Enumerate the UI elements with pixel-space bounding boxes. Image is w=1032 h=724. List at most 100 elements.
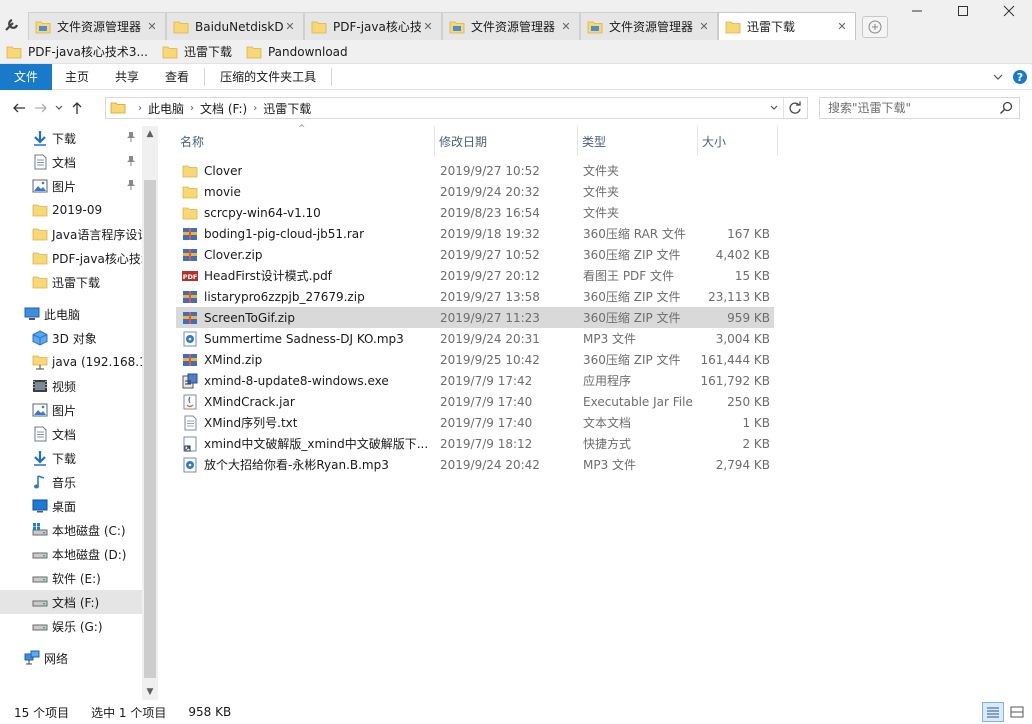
table-row[interactable]: listarypro6zzpjb_27679.zip 2019/9/27 13:5… <box>176 286 774 307</box>
recent-locations-dropdown[interactable] <box>52 97 66 119</box>
scroll-up-icon[interactable]: ▲ <box>142 126 158 142</box>
nav-item-17[interactable]: 本地磁盘 (C:) <box>0 518 142 542</box>
close-window-button[interactable] <box>986 0 1032 22</box>
table-row[interactable]: Clover 2019/9/27 10:52 文件夹 <box>176 160 774 181</box>
chevron-right-icon[interactable]: › <box>253 103 257 114</box>
ribbon-divider <box>204 67 206 86</box>
bookmark-2[interactable]: Pandownload <box>246 45 348 59</box>
table-row[interactable]: XMind序列号.txt 2019/7/9 17:40 文本文档 1 KB <box>176 412 774 433</box>
nav-item-8[interactable]: 此电脑 <box>0 302 142 326</box>
close-tab-icon[interactable]: ✕ <box>145 20 159 33</box>
nav-item-14[interactable]: 下载 <box>0 446 142 470</box>
tab-2[interactable]: PDF-java核心技 ✕ <box>304 12 442 40</box>
nav-item-10[interactable]: java (192.168.10 <box>0 350 142 374</box>
tab-1[interactable]: BaiduNetdiskDo ✕ <box>166 12 304 40</box>
nav-item-label: 下载 <box>52 131 77 146</box>
chevron-right-icon[interactable]: › <box>138 103 142 114</box>
table-row[interactable]: scrcpy-win64-v1.10 2019/8/23 16:54 文件夹 <box>176 202 774 223</box>
nav-item-19[interactable]: 软件 (E:) <box>0 566 142 590</box>
table-row[interactable]: boding1-pig-cloud-jb51.rar 2019/9/18 19:3… <box>176 223 774 244</box>
tab-0[interactable]: 文件资源管理器 ✕ <box>28 12 166 40</box>
ribbon-tab-file[interactable]: 文件 <box>0 63 53 90</box>
refresh-icon[interactable] <box>783 98 805 118</box>
nav-item-11[interactable]: 视频 <box>0 374 142 398</box>
minimize-button[interactable] <box>894 0 940 22</box>
file-date: 2019/7/9 17:40 <box>440 415 533 430</box>
table-row[interactable]: 放个大招给你看-永彬Ryan.B.mp3 2019/9/24 20:42 MP3 文… <box>176 454 774 475</box>
help-icon[interactable]: ? <box>1012 69 1028 88</box>
nav-item-18[interactable]: 本地磁盘 (D:) <box>0 542 142 566</box>
table-row[interactable]: Summertime Sadness-DJ KO.mp3 2019/9/24 20… <box>176 328 774 349</box>
nav-item-2[interactable]: 图片 <box>0 174 142 198</box>
column-size[interactable]: 大小 <box>698 126 778 156</box>
new-tab-button[interactable] <box>862 16 888 38</box>
nav-item-label: 图片 <box>52 179 77 194</box>
bookmark-1[interactable]: 迅雷下载 <box>162 43 232 60</box>
large-icons-view-button[interactable] <box>1006 702 1028 722</box>
file-size <box>692 181 774 202</box>
nav-item-20[interactable]: 文档 (F:) <box>0 590 142 614</box>
close-tab-icon[interactable]: ✕ <box>835 20 849 33</box>
breadcrumb-documents-f[interactable]: 文档 (F:) <box>200 100 247 117</box>
ribbon-tab-compressed-folder-tools[interactable]: 压缩的文件夹工具 <box>207 64 329 90</box>
table-row[interactable]: XMindCrack.jar 2019/7/9 17:40 Executable J… <box>176 391 774 412</box>
details-view-button[interactable] <box>982 702 1004 722</box>
nav-item-1[interactable]: 文档 <box>0 150 142 174</box>
nav-item-6[interactable]: 迅雷下载 <box>0 270 142 294</box>
nav-item-23[interactable]: 网络 <box>0 646 142 670</box>
tab-3[interactable]: 文件资源管理器 ✕ <box>442 12 580 40</box>
ribbon-tab-share[interactable]: 共享 <box>102 64 152 90</box>
maximize-button[interactable] <box>940 0 986 22</box>
close-tab-icon[interactable]: ✕ <box>283 20 297 33</box>
search-input[interactable] <box>828 101 988 115</box>
column-type[interactable]: 类型 <box>578 126 698 156</box>
ribbon-tab-home[interactable]: 主页 <box>52 64 102 90</box>
bookmark-label: PDF-java核心技术3... <box>28 45 148 59</box>
table-row[interactable]: Clover.zip 2019/9/27 10:52 360压缩 ZIP 文件 4,4… <box>176 244 774 265</box>
back-button[interactable] <box>8 97 30 119</box>
table-row[interactable]: movie 2019/9/24 20:32 文件夹 <box>176 181 774 202</box>
nav-item-9[interactable]: 3D 对象 <box>0 326 142 350</box>
close-tab-icon[interactable]: ✕ <box>697 20 711 33</box>
chevron-right-icon[interactable]: › <box>190 103 194 114</box>
nav-item-13[interactable]: 文档 <box>0 422 142 446</box>
column-name[interactable]: ^ 名称 <box>176 124 435 156</box>
scroll-down-icon[interactable]: ▼ <box>142 684 158 700</box>
close-tab-icon[interactable]: ✕ <box>559 20 573 33</box>
nav-item-5[interactable]: PDF-java核心技术 <box>0 246 142 270</box>
address-bar[interactable]: › 此电脑 › 文档 (F:) › 迅雷下载 <box>105 97 808 119</box>
close-tab-icon[interactable]: ✕ <box>421 20 435 33</box>
nav-item-15[interactable]: 音乐 <box>0 470 142 494</box>
nav-item-21[interactable]: 娱乐 (G:) <box>0 614 142 638</box>
scrollbar-thumb[interactable] <box>144 180 156 678</box>
nav-item-4[interactable]: Java语言程序设计 <box>0 222 142 246</box>
table-row[interactable]: PDF HeadFirst设计模式.pdf 2019/9/27 20:12 看图王 P… <box>176 265 774 286</box>
table-row[interactable]: ScreenToGif.zip 2019/9/27 11:23 360压缩 ZIP … <box>176 307 774 328</box>
up-button[interactable] <box>66 97 88 119</box>
document-icon <box>32 154 48 170</box>
nav-item-16[interactable]: 桌面 <box>0 494 142 518</box>
table-row[interactable]: xmind-8-update8-windows.exe 2019/7/9 17:4… <box>176 370 774 391</box>
table-row[interactable]: xmind中文破解版_xmind中文破解版下... 2019/7/9 18:12 快… <box>176 433 774 454</box>
search-box[interactable] <box>819 97 1020 119</box>
file-name-cell: ScreenToGif.zip <box>176 307 435 328</box>
tab-label: 迅雷下载 <box>747 20 796 34</box>
tab-5[interactable]: 迅雷下载 ✕ <box>718 12 856 40</box>
wrench-icon[interactable] <box>0 12 26 38</box>
table-row[interactable]: XMind.zip 2019/9/25 10:42 360压缩 ZIP 文件 161,… <box>176 349 774 370</box>
forward-button[interactable] <box>30 97 52 119</box>
nav-scrollbar[interactable]: ▲ ▼ <box>142 126 158 700</box>
breadcrumb-this-pc[interactable]: 此电脑 <box>148 100 184 117</box>
tab-4[interactable]: 文件资源管理器 ✕ <box>580 12 718 40</box>
file-size: 250 KB <box>727 394 770 409</box>
ribbon-tab-view[interactable]: 查看 <box>152 64 202 90</box>
nav-item-3[interactable]: 2019-09 <box>0 198 142 222</box>
search-icon[interactable] <box>999 101 1013 118</box>
nav-item-12[interactable]: 图片 <box>0 398 142 422</box>
column-date-modified[interactable]: 修改日期 <box>435 126 578 156</box>
nav-item-0[interactable]: 下载 <box>0 126 142 150</box>
address-dropdown-icon[interactable] <box>765 103 783 113</box>
expand-ribbon-icon[interactable] <box>992 71 1004 86</box>
breadcrumb-xunlei-download[interactable]: 迅雷下载 <box>263 100 311 117</box>
bookmark-0[interactable]: PDF-java核心技术3... <box>6 43 148 60</box>
